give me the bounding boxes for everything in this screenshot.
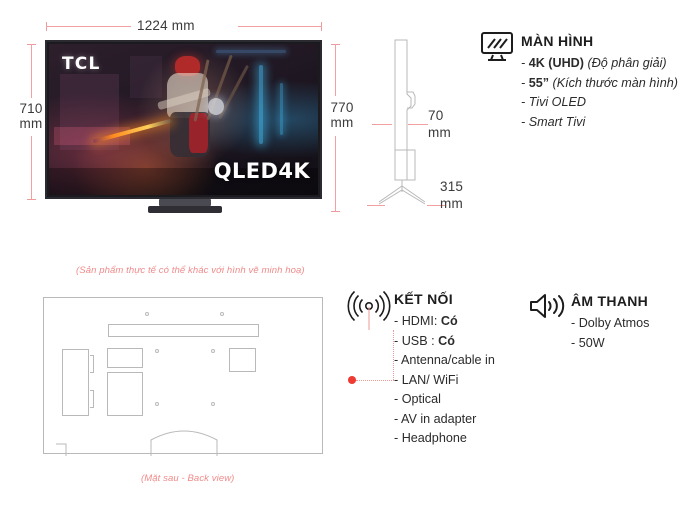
list-item: - 4K (UHD) (Độ phân giải) xyxy=(521,56,667,70)
depth-unit: mm xyxy=(428,125,451,140)
signal-waves-icon xyxy=(346,289,392,336)
list-item: - AV in adapter xyxy=(394,411,477,426)
list-item: - HDMI: Có xyxy=(394,314,458,328)
list-item: - Dolby Atmos xyxy=(571,316,650,330)
tcl-logo: TCL xyxy=(62,54,101,74)
audio-spec-list: - Dolby Atmos - 50W xyxy=(571,314,691,353)
width-dim-line-right xyxy=(238,26,322,27)
qled-4k-badge: QLED4K xyxy=(214,159,310,183)
vesa-hole xyxy=(211,349,215,353)
4k-label: 4K xyxy=(278,159,310,183)
width-dim-cap-right xyxy=(321,22,322,31)
back-panel-port-column xyxy=(62,349,89,416)
back-panel-stand-mount xyxy=(150,430,218,456)
list-item: - Smart Tivi xyxy=(521,114,586,129)
height-left-cap-bottom xyxy=(27,199,36,200)
vesa-hole xyxy=(220,312,224,316)
tv-screen-image: TCL QLED4K xyxy=(49,44,318,195)
stand-line-right xyxy=(427,205,439,206)
front-view-tv: TCL QLED4K xyxy=(45,40,322,199)
stand-line-left xyxy=(371,205,385,206)
depth-value: 70 xyxy=(428,108,444,123)
connector-dot xyxy=(348,376,356,384)
list-item: - Headphone xyxy=(394,431,467,445)
display-spec-list: - 4K (UHD) (Độ phân giải) - 55” (Kích th… xyxy=(521,54,689,132)
back-view-caption: (Mặt sau - Back view) xyxy=(141,473,235,484)
width-dim-line-left xyxy=(46,26,131,27)
back-panel-port-notch-bottom xyxy=(90,390,94,408)
vesa-hole xyxy=(155,349,159,353)
height-right-line-bottom xyxy=(335,136,336,212)
list-item: - Optical xyxy=(394,392,441,406)
list-item: - 55” (Kích thước màn hình) xyxy=(521,75,679,90)
height-right-line-top xyxy=(335,44,336,96)
width-dimension-label: 1224 mm xyxy=(137,18,195,33)
qled-label: QLED xyxy=(213,159,279,183)
stand-width-value: 315 xyxy=(440,179,464,194)
list-item: - LAN/ WiFi xyxy=(394,372,459,387)
vesa-hole xyxy=(155,402,159,406)
audio-spec-title: ÂM THANH xyxy=(571,293,649,309)
depth-line-right xyxy=(412,124,428,125)
connectivity-spec-section: KẾT NỐI - HDMI: Có - USB : Có - Antenna/… xyxy=(394,291,534,449)
stand-width-unit: mm xyxy=(440,196,463,211)
connectivity-spec-title: KẾT NỐI xyxy=(394,291,453,307)
back-panel-rect-c xyxy=(229,348,256,372)
back-view-panel xyxy=(43,297,323,456)
side-connector-box xyxy=(394,149,416,181)
list-item: - USB : Có xyxy=(394,333,455,348)
display-spec-title: MÀN HÌNH xyxy=(521,33,594,49)
connector-line-horizontal xyxy=(356,380,394,381)
front-view-caption: (Sản phẩm thực tế có thể khác với hình v… xyxy=(76,265,305,276)
back-panel-rect-b xyxy=(107,372,143,416)
side-panel-profile xyxy=(394,39,412,181)
vesa-hole xyxy=(145,312,149,316)
connectivity-spec-list: - HDMI: Có - USB : Có - Antenna/cable in… xyxy=(394,312,534,449)
front-stand-base xyxy=(148,206,222,213)
depth-line-left xyxy=(376,124,392,125)
monitor-icon xyxy=(480,31,516,68)
list-item: - Antenna/cable in xyxy=(394,353,495,367)
audio-spec-section: ÂM THANH - Dolby Atmos - 50W xyxy=(571,293,691,353)
back-panel-port-notch-top xyxy=(90,355,94,373)
back-panel-rect-a xyxy=(107,348,143,368)
back-panel-corner-notch xyxy=(56,443,67,456)
height-left-line-bottom xyxy=(31,136,32,200)
height-left-line-top xyxy=(31,44,32,98)
vesa-hole xyxy=(211,402,215,406)
back-panel-speaker-bar xyxy=(108,324,259,337)
list-item: - Tivi OLED xyxy=(521,95,586,109)
speaker-icon xyxy=(528,291,568,326)
front-stand-neck xyxy=(159,199,211,206)
list-item: - 50W xyxy=(571,335,605,350)
height-right-cap-bottom xyxy=(331,211,340,212)
display-spec-section: MÀN HÌNH - 4K (UHD) (Độ phân giải) - 55”… xyxy=(521,33,689,132)
